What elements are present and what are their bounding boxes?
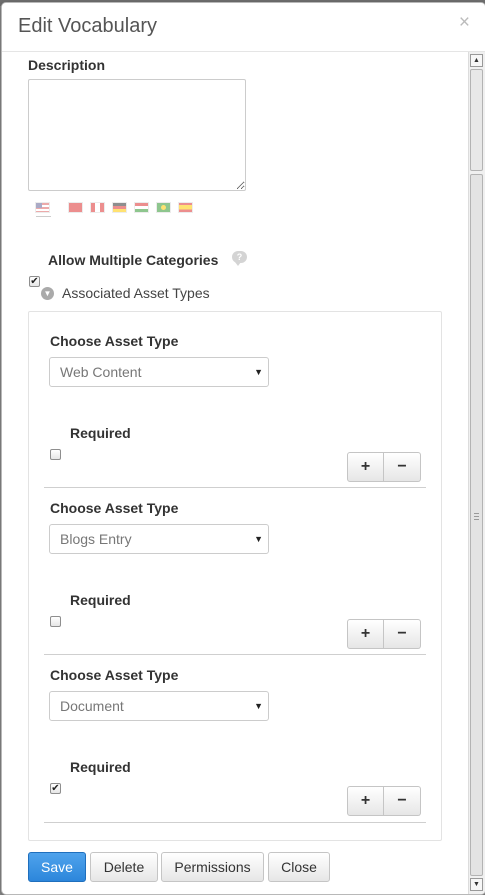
add-row-button[interactable]: +	[347, 619, 384, 649]
asset-type-row: Choose Asset Type Blogs Entry ▼ Required…	[29, 479, 443, 655]
flag-br-icon[interactable]	[156, 202, 171, 213]
scrollbar-track[interactable]	[470, 174, 483, 876]
flag-es-icon[interactable]	[178, 202, 193, 213]
dialog-header: Edit Vocabulary ×	[2, 3, 485, 52]
allow-multiple-label: Allow Multiple Categories	[48, 252, 219, 268]
dropdown-arrow-icon: ▼	[254, 534, 263, 544]
associated-asset-types-label[interactable]: Associated Asset Types	[62, 285, 210, 301]
vertical-scrollbar[interactable]: ▲ ▼	[468, 52, 485, 894]
dropdown-arrow-icon: ▼	[254, 701, 263, 711]
asset-type-select[interactable]: Document ▼	[49, 691, 269, 721]
choose-asset-type-label: Choose Asset Type	[50, 500, 179, 516]
asset-type-select[interactable]: Blogs Entry ▼	[49, 524, 269, 554]
chevron-down-icon[interactable]: ▼	[41, 287, 54, 300]
dialog-body: Description Allow Multiple Categories ? …	[2, 52, 468, 894]
flag-hu-icon[interactable]	[134, 202, 149, 213]
asset-type-select-value: Web Content	[60, 364, 142, 380]
asset-type-row: Choose Asset Type Web Content ▼ Required…	[29, 312, 443, 488]
required-checkbox[interactable]	[50, 449, 61, 460]
row-button-group: + −	[347, 619, 421, 649]
close-icon[interactable]: ×	[459, 13, 470, 32]
delete-button[interactable]: Delete	[90, 852, 158, 882]
asset-types-panel: Choose Asset Type Web Content ▼ Required…	[28, 311, 442, 841]
permissions-button[interactable]: Permissions	[161, 852, 264, 882]
edit-vocabulary-dialog: Edit Vocabulary × Description Allow Mult…	[1, 2, 485, 895]
choose-asset-type-label: Choose Asset Type	[50, 333, 179, 349]
asset-type-select-value: Blogs Entry	[60, 531, 132, 547]
scrollbar-grip	[474, 519, 479, 520]
remove-row-button[interactable]: −	[384, 452, 421, 482]
save-button[interactable]: Save	[28, 852, 86, 882]
required-checkbox[interactable]: ✔	[50, 783, 61, 794]
scroll-down-arrow-icon[interactable]: ▼	[470, 878, 483, 891]
required-label: Required	[70, 759, 131, 775]
remove-row-button[interactable]: −	[384, 619, 421, 649]
dropdown-arrow-icon: ▼	[254, 367, 263, 377]
description-label: Description	[28, 57, 106, 73]
asset-type-select[interactable]: Web Content ▼	[49, 357, 269, 387]
scrollbar-grip	[474, 516, 479, 517]
scrollbar-thumb[interactable]	[470, 69, 483, 171]
add-row-button[interactable]: +	[347, 786, 384, 816]
scroll-up-arrow-icon[interactable]: ▲	[470, 54, 483, 67]
close-button[interactable]: Close	[268, 852, 330, 882]
required-label: Required	[70, 592, 131, 608]
flag-cn-icon[interactable]	[68, 202, 83, 213]
flag-us-icon[interactable]	[35, 202, 50, 213]
active-language-indicator	[36, 216, 51, 217]
description-textarea[interactable]	[28, 79, 246, 191]
row-divider	[44, 822, 426, 823]
question-bubble-icon[interactable]: ?	[232, 251, 247, 266]
required-checkbox[interactable]	[50, 616, 61, 627]
flag-ca-icon[interactable]	[90, 202, 105, 213]
row-button-group: + −	[347, 786, 421, 816]
choose-asset-type-label: Choose Asset Type	[50, 667, 179, 683]
row-button-group: + −	[347, 452, 421, 482]
asset-type-select-value: Document	[60, 698, 124, 714]
dialog-title: Edit Vocabulary	[18, 15, 157, 37]
allow-multiple-checkbox[interactable]: ✔	[29, 276, 40, 287]
asset-type-row: Choose Asset Type Document ▼ Required ✔ …	[29, 646, 443, 823]
add-row-button[interactable]: +	[347, 452, 384, 482]
remove-row-button[interactable]: −	[384, 786, 421, 816]
flag-de-icon[interactable]	[112, 202, 127, 213]
required-label: Required	[70, 425, 131, 441]
scrollbar-grip	[474, 513, 479, 514]
